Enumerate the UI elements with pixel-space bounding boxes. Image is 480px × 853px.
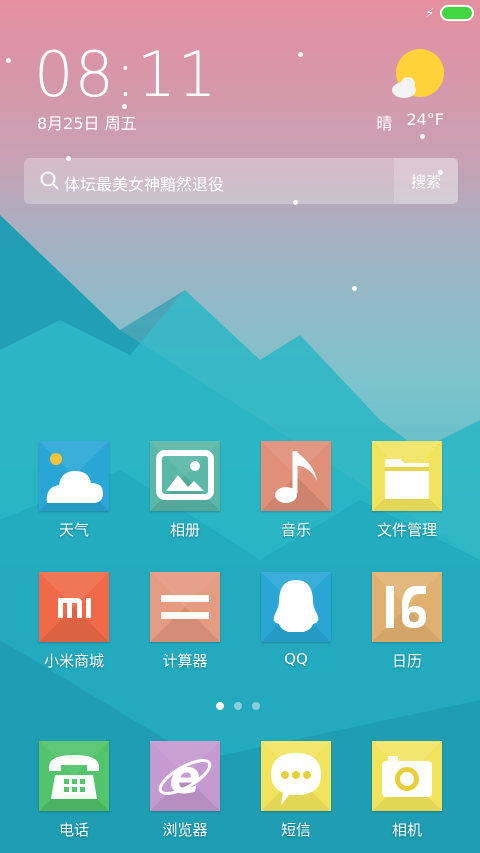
charging-icon: ⚡ (425, 6, 434, 20)
search-bar[interactable]: 体坛最美女神黯然退役 搜索 (24, 158, 458, 204)
app-label: 短信 (280, 821, 311, 839)
app-gallery[interactable]: 相册 (135, 441, 235, 540)
search-input[interactable]: 体坛最美女神黯然退役 (64, 171, 224, 195)
dock-camera[interactable]: 相机 (357, 741, 457, 840)
dock-phone[interactable]: 电话 (24, 741, 124, 840)
app-label: 文件管理 (376, 521, 437, 539)
message-icon (261, 741, 331, 811)
app-calendar[interactable]: 日历 (357, 572, 457, 671)
clock-date: 8月25日 周五 (37, 114, 137, 133)
snow-dot (420, 134, 425, 139)
app-label: 相册 (169, 521, 200, 539)
snow-dot (298, 52, 303, 57)
home-screen: ⚡ 08:11 8月25日 周五 晴 24°F 体坛最美女神黯然退役 搜索 天气 (0, 0, 480, 853)
battery-icon (440, 5, 474, 21)
app-weather[interactable]: 天气 (24, 441, 124, 540)
search-icon (40, 171, 59, 190)
app-label: 电话 (58, 821, 89, 839)
weather-text[interactable]: 晴 24°F (376, 110, 444, 134)
status-bar: ⚡ (426, 5, 474, 21)
app-label: 计算器 (162, 652, 208, 670)
calculator-icon (150, 572, 220, 642)
qq-penguin-icon (261, 572, 331, 642)
page-dot[interactable] (252, 702, 260, 710)
app-qq[interactable]: QQ (246, 572, 346, 668)
gallery-icon (150, 441, 220, 511)
app-label: 音乐 (280, 521, 311, 539)
camera-icon (372, 741, 442, 811)
weather-condition: 晴 (376, 114, 393, 133)
snow-dot (6, 58, 11, 63)
app-music[interactable]: 音乐 (246, 441, 346, 540)
page-indicator[interactable] (216, 702, 260, 710)
weather-icon (39, 441, 109, 511)
app-label: QQ (284, 650, 308, 668)
weather-temperature: 24°F (406, 110, 444, 129)
app-file-manager[interactable]: 文件管理 (357, 441, 457, 540)
dock-browser[interactable]: e 浏览器 (135, 741, 235, 840)
folder-icon (372, 441, 442, 511)
app-label: 浏览器 (162, 821, 208, 839)
search-button[interactable]: 搜索 (394, 158, 458, 204)
page-dot-active[interactable] (216, 702, 224, 710)
music-note-icon (261, 441, 331, 511)
app-label: 天气 (58, 521, 89, 539)
snow-dot (352, 286, 357, 291)
app-label: 日历 (391, 652, 422, 670)
page-dot[interactable] (234, 702, 242, 710)
mi-logo-icon (39, 572, 109, 642)
app-calculator[interactable]: 计算器 (135, 572, 235, 671)
phone-icon (39, 741, 109, 811)
svg-text:e: e (169, 750, 200, 804)
clock-time[interactable]: 08:11 (34, 40, 218, 110)
app-label: 小米商城 (43, 652, 104, 670)
dock-messages[interactable]: 短信 (246, 741, 346, 840)
browser-icon: e (150, 741, 220, 811)
calendar-icon (372, 572, 442, 642)
app-mi-store[interactable]: 小米商城 (24, 572, 124, 671)
sun-cloud-icon[interactable] (390, 48, 450, 104)
app-label: 相机 (391, 821, 422, 839)
